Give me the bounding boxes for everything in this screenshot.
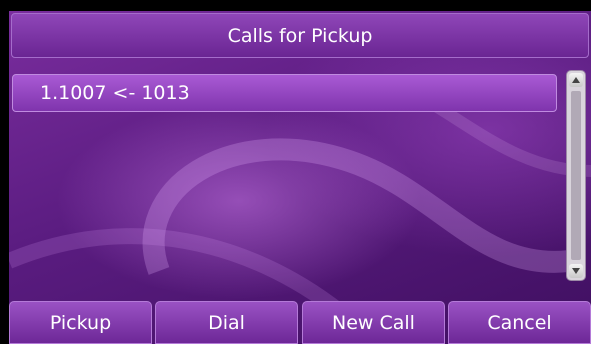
call-list-item[interactable]: 1.1007 <- 1013 [12, 74, 557, 112]
list-scrollbar[interactable] [566, 70, 586, 281]
pickup-button[interactable]: Pickup [9, 301, 152, 344]
cancel-button-label: Cancel [487, 311, 552, 334]
title-bar: Calls for Pickup [11, 13, 589, 58]
cancel-button[interactable]: Cancel [448, 301, 591, 344]
softkey-bar: Pickup Dial New Call Cancel [9, 301, 591, 344]
new-call-button[interactable]: New Call [302, 301, 445, 344]
page-title: Calls for Pickup [227, 24, 373, 47]
dial-button-label: Dial [208, 311, 245, 334]
phone-screen: Calls for Pickup 1.1007 <- 1013 Pickup D… [9, 11, 591, 344]
chevron-up-icon [572, 77, 580, 83]
background-swirl [9, 75, 591, 318]
new-call-button-label: New Call [332, 311, 415, 334]
call-list-item-label: 1.1007 <- 1013 [40, 82, 190, 104]
scroll-thumb[interactable] [571, 91, 581, 260]
dial-button[interactable]: Dial [155, 301, 298, 344]
pickup-button-label: Pickup [49, 311, 112, 334]
chevron-down-icon [572, 268, 580, 274]
scroll-up-button[interactable] [569, 73, 583, 87]
scroll-down-button[interactable] [569, 264, 583, 278]
